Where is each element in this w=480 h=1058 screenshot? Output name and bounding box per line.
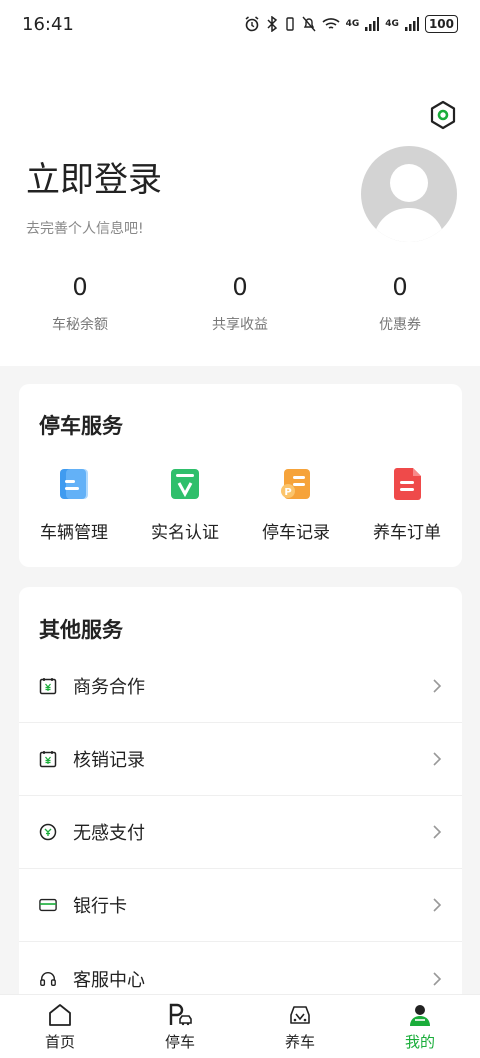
yuan-calendar-icon	[39, 750, 57, 768]
tab-label: 停车	[164, 1033, 195, 1051]
status-time: 16:41	[22, 13, 74, 35]
profile-subtitle: 去完善个人信息吧!	[26, 221, 144, 237]
stat-label: 共享收益	[212, 317, 268, 333]
battery-indicator: 100	[424, 15, 458, 33]
chevron-right-icon	[433, 679, 442, 693]
tab-home[interactable]: 首页	[0, 995, 120, 1058]
stat-coupons[interactable]: 0 优惠券	[320, 270, 480, 334]
svg-text:P: P	[284, 487, 291, 498]
default-user-icon	[373, 164, 445, 242]
stat-label: 车秘余额	[52, 317, 108, 333]
tab-parking[interactable]: 停车	[120, 995, 240, 1058]
mute-icon	[302, 16, 316, 32]
status-bar: 16:41 4G 4G 100	[0, 0, 480, 48]
list-item-business-cooperation[interactable]: 商务合作	[19, 650, 462, 723]
tab-mine[interactable]: 我的	[360, 995, 480, 1058]
tab-label: 首页	[44, 1033, 75, 1051]
parking-car-icon	[169, 1003, 192, 1026]
chevron-right-icon	[433, 752, 442, 766]
list-item-label: 无感支付	[73, 823, 145, 844]
stat-balance[interactable]: 0 车秘余额	[0, 270, 160, 334]
login-link[interactable]: 立即登录	[26, 152, 162, 201]
signal-icon	[365, 17, 380, 31]
status-icons: 4G 4G 100	[244, 15, 458, 33]
list-item-bank-card[interactable]: 银行卡	[19, 869, 462, 942]
avatar[interactable]	[361, 146, 457, 242]
service-label: 车辆管理	[40, 523, 108, 543]
tab-car-care[interactable]: 养车	[240, 995, 360, 1058]
stat-value: 0	[72, 273, 88, 301]
other-services-card: 其他服务 商务合作 核销记录 无感支付 银行卡 客服中心	[19, 587, 462, 1007]
tab-label: 我的	[404, 1033, 435, 1051]
bank-card-icon	[39, 896, 57, 914]
home-icon	[49, 1004, 71, 1026]
headset-icon	[39, 970, 57, 988]
vibrate-icon	[285, 17, 294, 31]
chevron-right-icon	[433, 898, 442, 912]
yuan-calendar-icon	[39, 677, 57, 695]
section-title: 停车服务	[39, 414, 123, 438]
service-label: 实名认证	[151, 523, 219, 543]
bottom-tab-bar: 首页 停车 养车 我的	[0, 994, 480, 1058]
list-item-redemption-records[interactable]: 核销记录	[19, 723, 462, 796]
list-item-label: 商务合作	[73, 677, 145, 698]
profile-header: 立即登录 去完善个人信息吧! 0 车秘余额 0 共享收益 0 优惠券	[0, 48, 480, 366]
parking-services-card: 停车服务 车辆管理 实名认证 P 停车记录 养车订单	[19, 384, 462, 567]
chevron-right-icon	[433, 825, 442, 839]
wifi-icon	[322, 18, 340, 29]
signal-icon-2	[404, 17, 419, 31]
auto-pay-icon	[39, 823, 57, 841]
parking-record-icon: P	[281, 469, 310, 499]
settings-hexagon-icon	[430, 100, 456, 130]
stat-share-income[interactable]: 0 共享收益	[160, 270, 320, 334]
service-label: 养车订单	[373, 523, 441, 543]
verify-v-icon	[171, 469, 199, 499]
profile-icon	[410, 1005, 430, 1026]
car-care-icon	[290, 1006, 310, 1024]
other-services-list: 商务合作 核销记录 无感支付 银行卡 客服中心	[19, 650, 462, 1015]
service-vehicle-management[interactable]: 车辆管理	[19, 466, 129, 543]
settings-button[interactable]	[426, 98, 460, 132]
stat-label: 优惠券	[379, 317, 421, 333]
section-title: 其他服务	[39, 618, 123, 642]
network-label-1: 4G	[345, 19, 360, 29]
service-label: 停车记录	[262, 523, 330, 543]
stat-value: 0	[232, 273, 248, 301]
parking-services-grid: 车辆管理 实名认证 P 停车记录 养车订单	[19, 466, 462, 543]
vehicle-doc-icon	[60, 469, 88, 499]
service-real-name-verification[interactable]: 实名认证	[130, 466, 240, 543]
chevron-right-icon	[433, 971, 442, 986]
bluetooth-icon	[267, 16, 277, 32]
stat-value: 0	[392, 273, 408, 301]
network-label-2: 4G	[385, 19, 399, 29]
list-item-auto-pay[interactable]: 无感支付	[19, 796, 462, 869]
service-parking-records[interactable]: P 停车记录	[241, 466, 351, 543]
service-car-care-orders[interactable]: 养车订单	[352, 466, 462, 543]
alarm-icon	[245, 16, 259, 32]
tab-label: 养车	[284, 1033, 315, 1051]
stats-row: 0 车秘余额 0 共享收益 0 优惠券	[0, 270, 480, 334]
list-item-label: 客服中心	[73, 969, 145, 991]
list-item-label: 核销记录	[73, 750, 145, 771]
order-doc-icon	[394, 468, 421, 500]
list-item-label: 银行卡	[73, 896, 127, 917]
